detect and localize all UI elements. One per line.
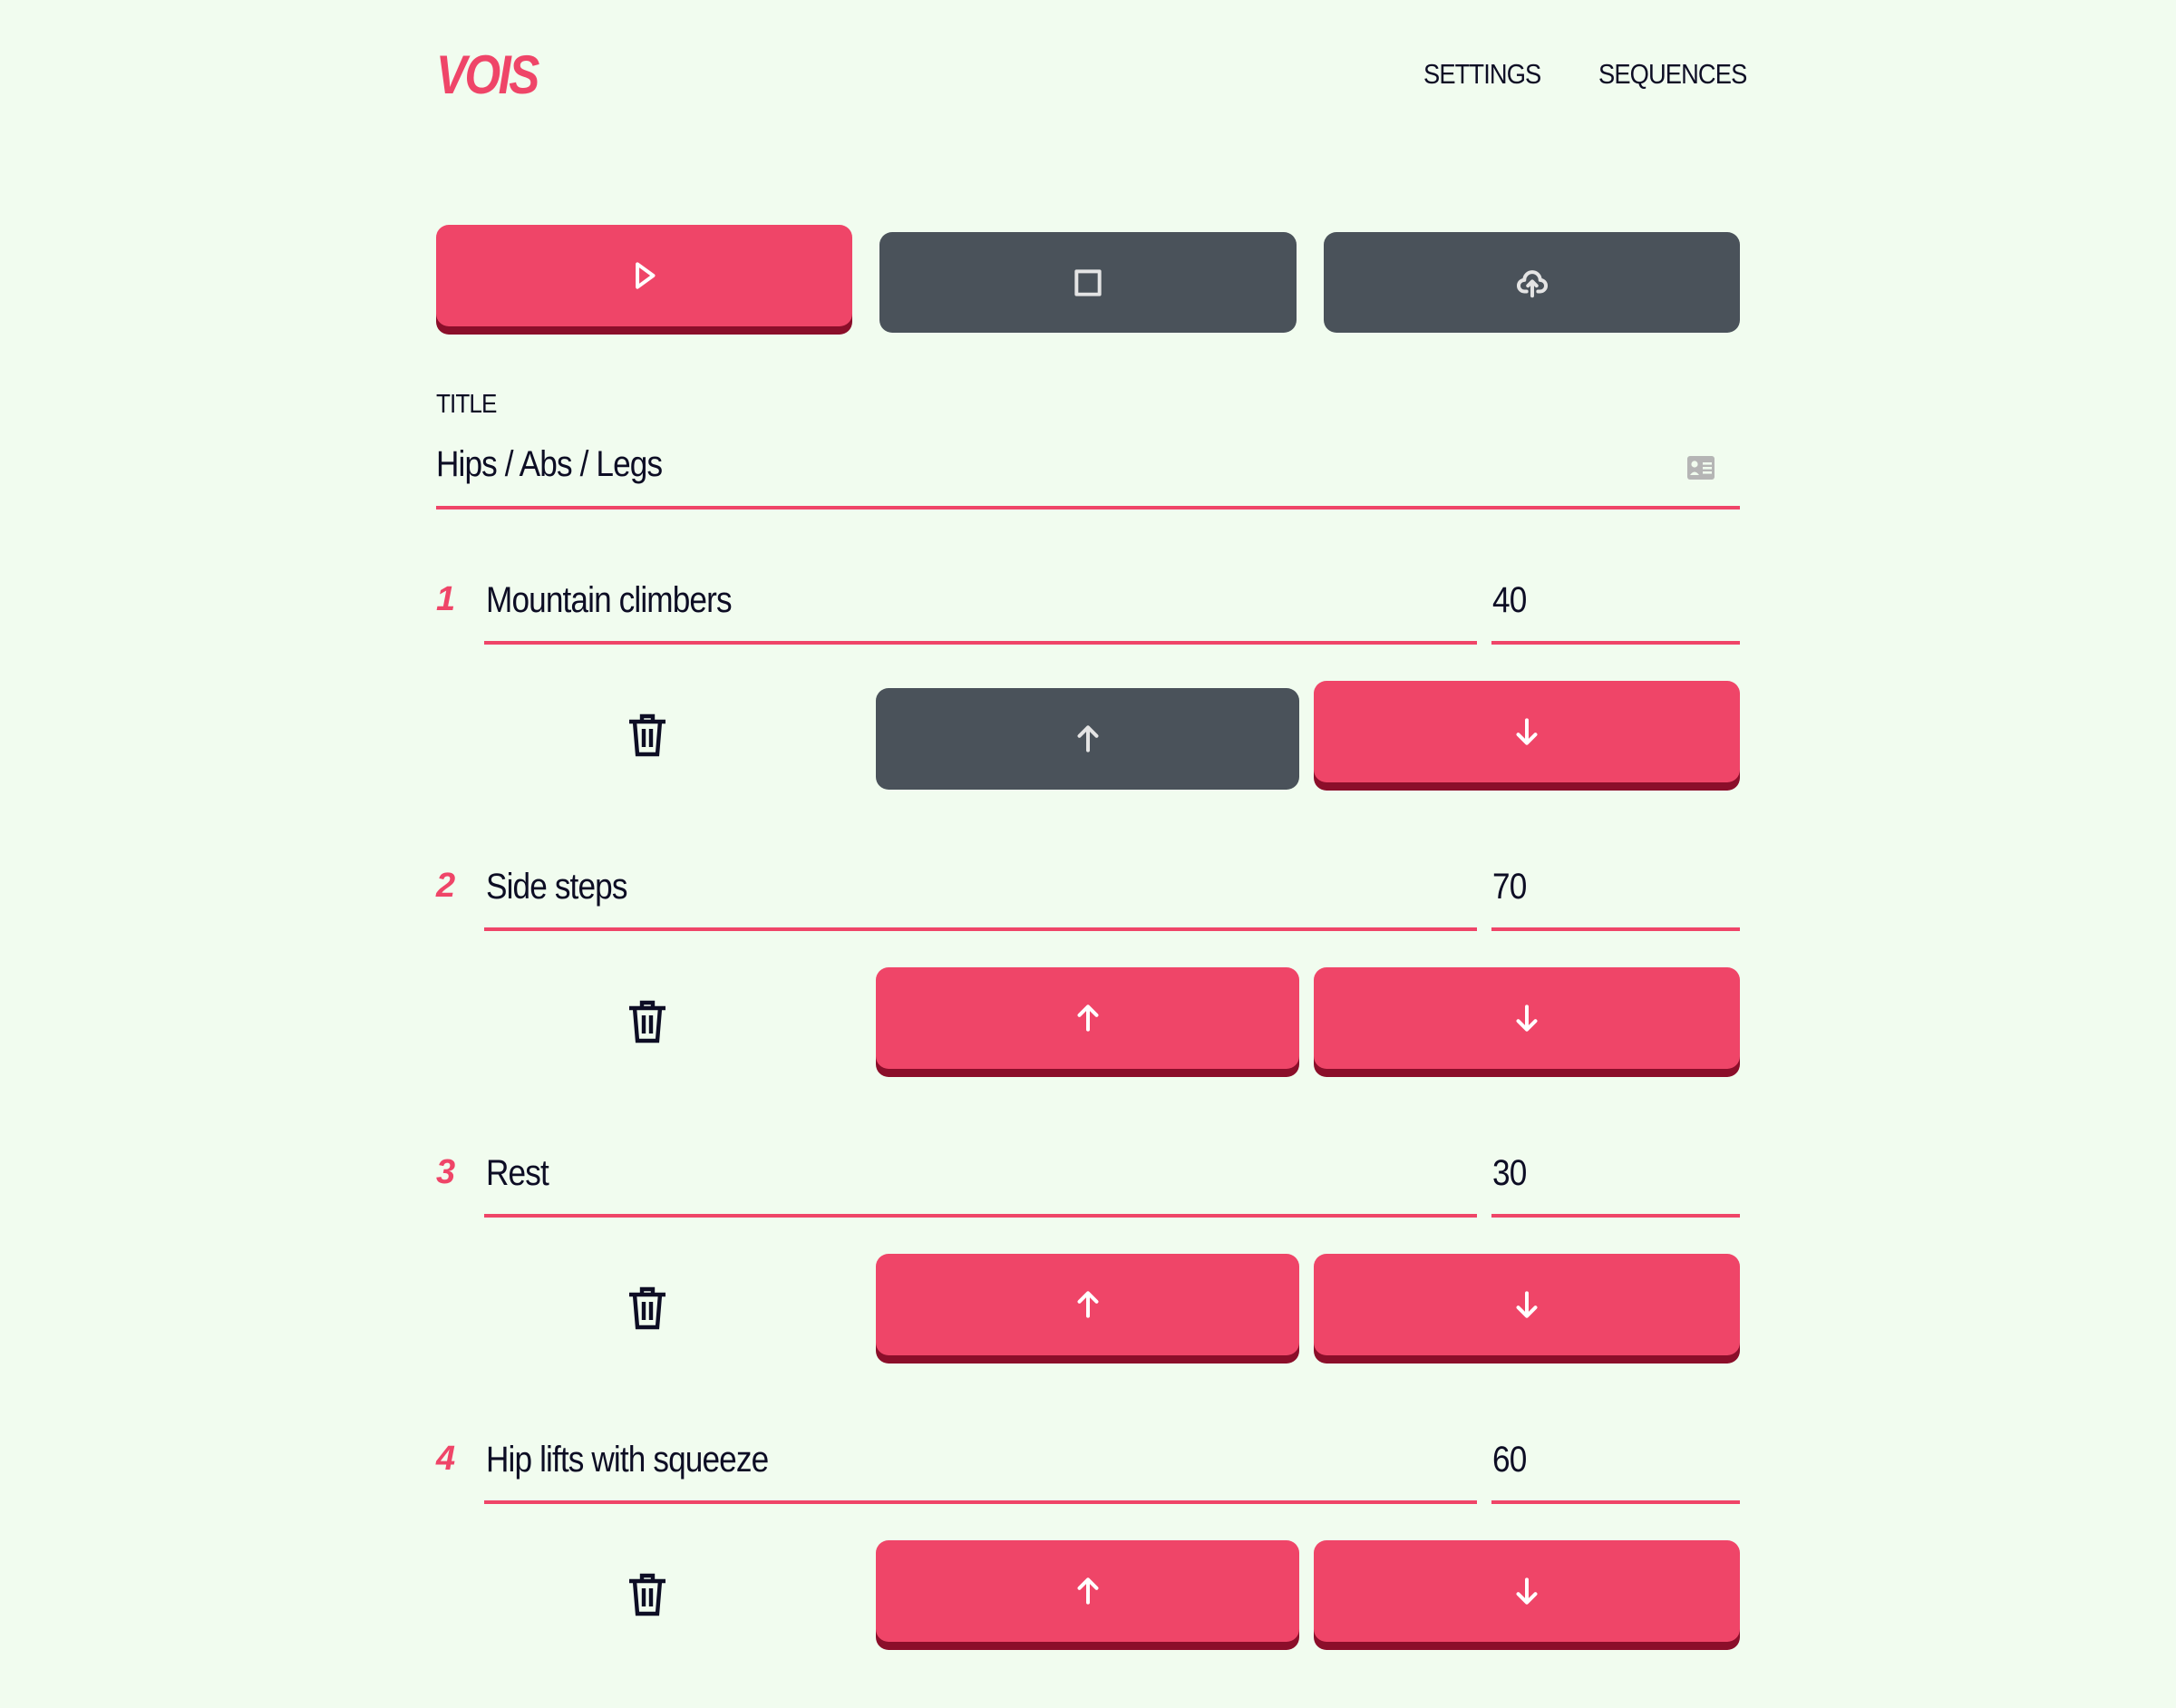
stop-button[interactable] bbox=[879, 232, 1297, 333]
exercise-number: 2 bbox=[436, 867, 456, 905]
trash-icon bbox=[626, 1573, 669, 1621]
exercise-row: 3 Rest 30 bbox=[0, 1135, 2176, 1422]
name-underline bbox=[484, 927, 1477, 931]
exercise-duration-input[interactable]: 60 bbox=[1492, 1440, 1527, 1480]
move-up-button[interactable] bbox=[876, 967, 1299, 1069]
arrow-up-icon bbox=[1077, 1577, 1098, 1605]
delete-button[interactable] bbox=[626, 997, 669, 1044]
stop-icon bbox=[1074, 268, 1102, 296]
app-logo[interactable]: VOIS bbox=[436, 44, 539, 106]
exercise-row: 1 Mountain climbers 40 bbox=[0, 562, 2176, 849]
title-label: TITLE bbox=[436, 390, 497, 419]
duration-underline bbox=[1491, 641, 1740, 645]
name-underline bbox=[484, 1500, 1477, 1504]
cloud-upload-icon bbox=[1516, 269, 1548, 297]
move-up-button[interactable] bbox=[876, 688, 1299, 790]
title-underline bbox=[436, 506, 1740, 509]
move-down-button[interactable] bbox=[1314, 1540, 1740, 1642]
trash-icon bbox=[626, 713, 669, 762]
exercise-number: 3 bbox=[436, 1153, 456, 1191]
exercise-number: 4 bbox=[436, 1440, 456, 1478]
trash-icon bbox=[626, 1286, 669, 1334]
move-up-button[interactable] bbox=[876, 1254, 1299, 1355]
arrow-down-icon bbox=[1516, 718, 1538, 745]
arrow-up-icon bbox=[1077, 1291, 1098, 1318]
nav-sequences[interactable]: SEQUENCES bbox=[1598, 58, 1747, 91]
exercise-duration-input[interactable]: 70 bbox=[1492, 867, 1527, 907]
exercise-row: 4 Hip lifts with squeeze 60 bbox=[0, 1422, 2176, 1708]
delete-button[interactable] bbox=[626, 1284, 669, 1331]
arrow-down-icon bbox=[1516, 1577, 1538, 1605]
arrow-down-icon bbox=[1516, 1291, 1538, 1318]
arrow-up-icon bbox=[1077, 725, 1098, 752]
name-underline bbox=[484, 641, 1477, 645]
trash-icon bbox=[626, 1000, 669, 1048]
duration-underline bbox=[1491, 1500, 1740, 1504]
nav-settings[interactable]: SETTINGS bbox=[1423, 58, 1541, 91]
title-input[interactable]: Hips / Abs / Legs bbox=[436, 444, 663, 485]
exercise-number: 1 bbox=[436, 580, 456, 618]
arrow-up-icon bbox=[1077, 1004, 1098, 1032]
upload-button[interactable] bbox=[1324, 232, 1740, 333]
play-icon bbox=[635, 262, 655, 289]
contact-card-icon[interactable] bbox=[1686, 455, 1715, 480]
move-up-button[interactable] bbox=[876, 1540, 1299, 1642]
name-underline bbox=[484, 1214, 1477, 1218]
duration-underline bbox=[1491, 927, 1740, 931]
move-down-button[interactable] bbox=[1314, 1254, 1740, 1355]
arrow-down-icon bbox=[1516, 1004, 1538, 1032]
exercise-name-input[interactable]: Mountain climbers bbox=[486, 580, 733, 621]
exercise-name-input[interactable]: Hip lifts with squeeze bbox=[486, 1440, 769, 1480]
exercise-row: 2 Side steps 70 bbox=[0, 849, 2176, 1135]
move-down-button[interactable] bbox=[1314, 967, 1740, 1069]
exercise-duration-input[interactable]: 40 bbox=[1492, 580, 1527, 621]
delete-button[interactable] bbox=[626, 1570, 669, 1617]
exercise-duration-input[interactable]: 30 bbox=[1492, 1153, 1527, 1194]
play-button[interactable] bbox=[436, 225, 852, 326]
delete-button[interactable] bbox=[626, 711, 669, 758]
move-down-button[interactable] bbox=[1314, 681, 1740, 782]
exercise-name-input[interactable]: Side steps bbox=[486, 867, 627, 907]
duration-underline bbox=[1491, 1214, 1740, 1218]
exercise-name-input[interactable]: Rest bbox=[486, 1153, 549, 1194]
